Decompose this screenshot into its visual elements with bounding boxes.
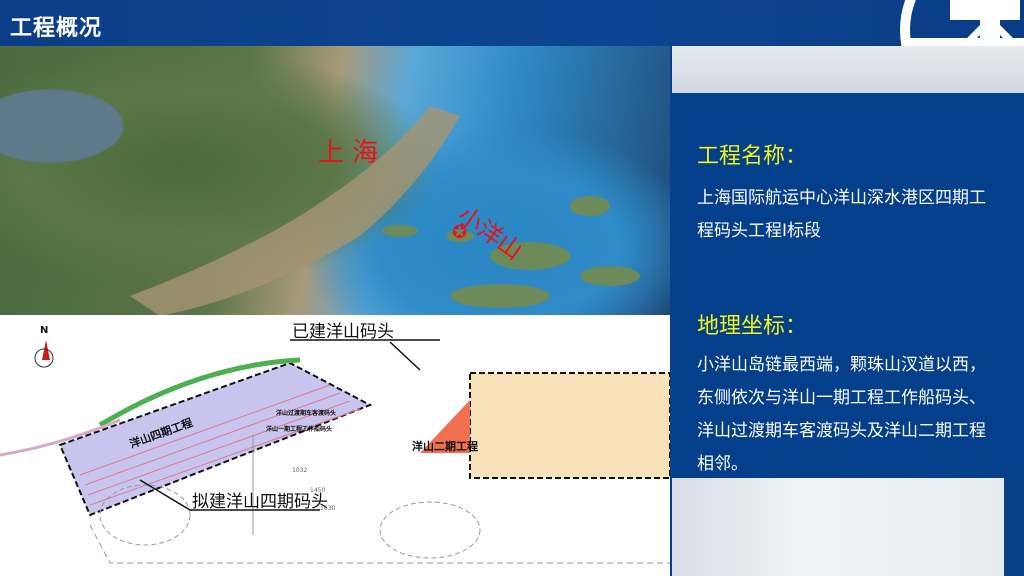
dimension-3: 1630: [320, 505, 336, 512]
project-name-heading: 工程名称：: [697, 144, 808, 169]
label-phase2: 洋山二期工程: [412, 440, 478, 453]
label-ferry-terminal: 洋山过渡期车客渡码头: [276, 410, 337, 417]
label-existing-terminal: 已建洋山码头: [292, 322, 394, 342]
satellite-map: 上 海 小洋山 ✪: [0, 46, 670, 316]
geo-coordinates-heading: 地理坐标：: [697, 314, 808, 339]
location-star-icon: ✪: [452, 222, 468, 243]
label-workboat-terminal: 洋山一期工程工作船码头: [266, 426, 333, 433]
dimension-1: 1032: [292, 467, 308, 474]
page-title: 工程概况: [10, 16, 103, 41]
dimension-2: 1450: [310, 487, 326, 494]
decor-strip: [1004, 478, 1024, 576]
label-shanghai: 上 海: [318, 138, 379, 168]
header-bar: [0, 0, 1024, 46]
project-name-text: 上海国际航运中心洋山深水港区四期工程码头工程Ⅰ标段: [697, 188, 986, 241]
geo-coordinates-text: 小洋山岛链最西端，颗珠山汊道以西，东侧依次与洋山一期工程工作船码头、洋山过渡期车…: [697, 355, 986, 474]
decor-band: [672, 46, 1024, 93]
decor-band-bottom: [672, 478, 1004, 576]
north-arrow-label: N: [40, 325, 49, 336]
label-proposed-terminal: 拟建洋山四期码头: [192, 492, 328, 512]
port-layout-plan: N 已建洋山码头 拟建洋山四期码头 洋山四期工程 洋山二期工程 洋山过渡期车客渡…: [0, 315, 670, 576]
